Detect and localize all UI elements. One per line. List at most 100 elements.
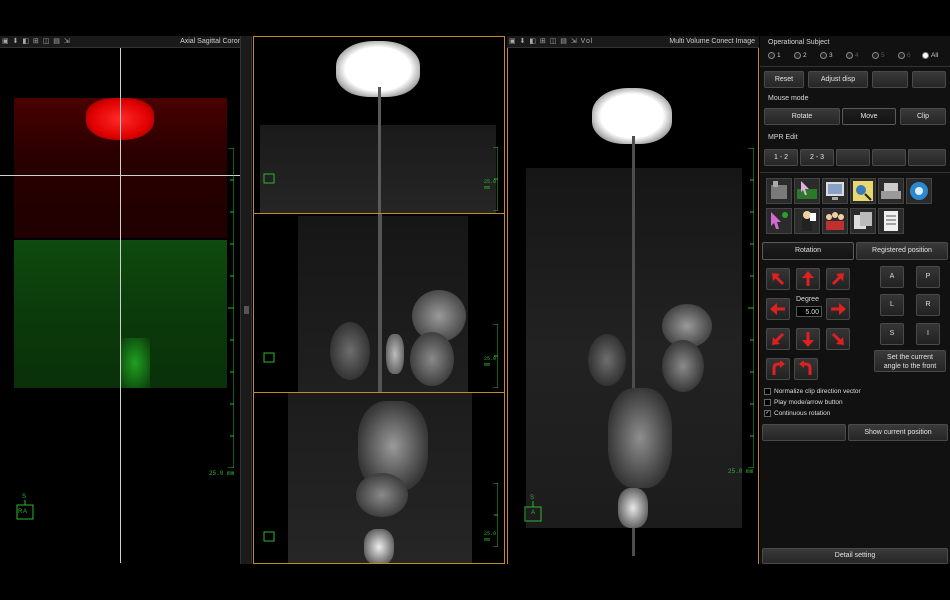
crosshair-vertical[interactable]: [120, 48, 121, 563]
tool-camera-icon[interactable]: [906, 178, 932, 204]
orientation-cube: [262, 171, 276, 185]
adjust-disp-button[interactable]: Adjust disp: [808, 71, 868, 88]
mpr-empty-button-3[interactable]: [908, 149, 946, 166]
middle-mid-viewport[interactable]: 25.0 mm: [253, 213, 505, 393]
degree-label: Degree: [796, 296, 819, 303]
orient-top: S: [530, 495, 535, 501]
tab-rotation[interactable]: Rotation: [762, 242, 854, 260]
rotate-button[interactable]: Rotate: [764, 108, 840, 125]
rotate-down-button[interactable]: [796, 328, 820, 350]
tool-zoom-icon[interactable]: [850, 178, 876, 204]
left-viewport-title: Axial Sagittal Coronal: [180, 38, 247, 45]
mpr-edit-label: MPR Edit: [768, 134, 798, 141]
degree-input[interactable]: 5.00: [796, 306, 822, 317]
control-panel: Operational Subject 1 2 3 4 5 6 All Rese…: [760, 36, 950, 564]
right-viewport-title: Multi Volume Conect Image: [669, 38, 755, 45]
rotate-ccw-button[interactable]: [766, 358, 790, 380]
middle-top-viewport[interactable]: 25.0 mm: [253, 36, 505, 214]
reset-button[interactable]: Reset: [764, 71, 804, 88]
position-p-button[interactable]: P: [916, 266, 940, 288]
position-s-button[interactable]: S: [880, 323, 904, 345]
viewport-tab-label[interactable]: Vol: [581, 38, 594, 45]
lower-bright-spot: [364, 529, 394, 563]
mpr-empty-button-2[interactable]: [872, 149, 906, 166]
tool-pointer-icon[interactable]: [766, 208, 792, 234]
scale-ruler: [748, 148, 754, 468]
rotate-cw-button[interactable]: [794, 358, 818, 380]
set-current-angle-button[interactable]: Set the current angle to the front: [874, 350, 946, 372]
left-viewport[interactable]: 25.0 mm S R A: [0, 48, 240, 563]
empty-panel-button[interactable]: [762, 424, 846, 441]
left-viewport-header: ▣ ⬇ ◧ ⊞ ◫ ▤ ⇲ Axial Sagittal Coronal: [0, 36, 251, 48]
green-hotspot: [120, 338, 150, 388]
splitter-grip[interactable]: [244, 306, 249, 314]
clip-button[interactable]: Clip: [900, 108, 946, 125]
subject-radio-2[interactable]: 2: [794, 52, 807, 59]
rotate-left-button[interactable]: [766, 298, 790, 320]
scale-label: 25.0 mm: [484, 531, 497, 543]
empty-button-2[interactable]: [912, 71, 946, 88]
rotate-right-button[interactable]: [826, 298, 850, 320]
tab-registered-position[interactable]: Registered position: [856, 242, 948, 260]
middle-bottom-viewport[interactable]: 25.0 mm: [253, 392, 505, 564]
normalize-clip-checkbox[interactable]: Normalize clip direction vector: [764, 388, 861, 395]
center-bright-spot: [386, 334, 404, 374]
subject-radio-4[interactable]: 4: [846, 52, 859, 59]
detail-setting-button[interactable]: Detail setting: [762, 548, 948, 564]
orient-top: S: [22, 494, 27, 500]
position-l-button[interactable]: L: [880, 294, 904, 316]
kidney-right-region: [662, 340, 704, 392]
divider: [760, 172, 950, 173]
subject-radio-3[interactable]: 3: [820, 52, 833, 59]
continuous-rotation-checkbox[interactable]: ✓ Continuous rotation: [764, 410, 830, 417]
kidney-left-region: [588, 334, 626, 386]
subject-radio-6[interactable]: 6: [898, 52, 911, 59]
viewport-toolbar-icons[interactable]: ▣ ⬇ ◧ ⊞ ◫ ▤ ⇲ Vol: [509, 36, 593, 47]
orient-center: A: [531, 510, 536, 516]
mpr-empty-button-1[interactable]: [836, 149, 870, 166]
kidney-right-region: [410, 332, 454, 386]
bowel-bright-region: [608, 388, 672, 488]
tool-report-icon[interactable]: [878, 208, 904, 234]
orientation-cube: [262, 529, 276, 543]
scale-label: 25.0 mm: [484, 356, 497, 368]
tool-monitor-icon[interactable]: [822, 178, 848, 204]
tool-person-icon[interactable]: [794, 208, 820, 234]
crosshair-horizontal[interactable]: [0, 175, 240, 176]
spine-line: [378, 214, 382, 392]
rotate-up-button[interactable]: [796, 268, 820, 290]
tool-select-icon[interactable]: [794, 178, 820, 204]
show-current-position-button[interactable]: Show current position: [848, 424, 948, 441]
tool-copy-icon[interactable]: [850, 208, 876, 234]
subject-radio-1[interactable]: 1: [768, 52, 781, 59]
play-mode-checkbox[interactable]: Play mode/arrow button: [764, 399, 843, 406]
volume-viewport[interactable]: 25.0 mm S A: [507, 48, 759, 564]
tool-keyboard-icon[interactable]: [878, 178, 904, 204]
orient-center: A: [23, 509, 28, 515]
subject-radio-5[interactable]: 5: [872, 52, 885, 59]
scale-label: 25.0 mm: [209, 470, 235, 477]
position-a-button[interactable]: A: [880, 266, 904, 288]
mouse-mode-label: Mouse mode: [768, 95, 809, 102]
rotate-down-left-button[interactable]: [766, 328, 790, 350]
rotate-up-right-button[interactable]: [826, 268, 850, 290]
right-viewport-header: ▣ ⬇ ◧ ⊞ ◫ ▤ ⇲ Vol Multi Volume Conect Im…: [507, 36, 759, 48]
empty-button-1[interactable]: [872, 71, 908, 88]
viewport-toolbar-icons[interactable]: ▣ ⬇ ◧ ⊞ ◫ ▤ ⇲: [2, 36, 71, 47]
scale-label: 25.0 mm: [484, 179, 497, 191]
tool-render-icon[interactable]: [766, 178, 792, 204]
position-i-button[interactable]: I: [916, 323, 940, 345]
scale-label: 25.0 mm: [728, 468, 754, 475]
rotate-up-left-button[interactable]: [766, 268, 790, 290]
rotate-down-right-button[interactable]: [826, 328, 850, 350]
orientation-cube: S R A: [14, 494, 36, 522]
set-current-line-1: Set the current: [887, 354, 933, 361]
tool-group-icon[interactable]: [822, 208, 848, 234]
mpr-1-2-button[interactable]: 1 - 2: [764, 149, 798, 166]
orientation-cube: [262, 350, 276, 364]
mpr-2-3-button[interactable]: 2 - 3: [800, 149, 834, 166]
move-button[interactable]: Move: [842, 108, 896, 125]
vertical-splitter[interactable]: [240, 36, 252, 564]
subject-radio-all[interactable]: All: [922, 52, 938, 59]
position-r-button[interactable]: R: [916, 294, 940, 316]
